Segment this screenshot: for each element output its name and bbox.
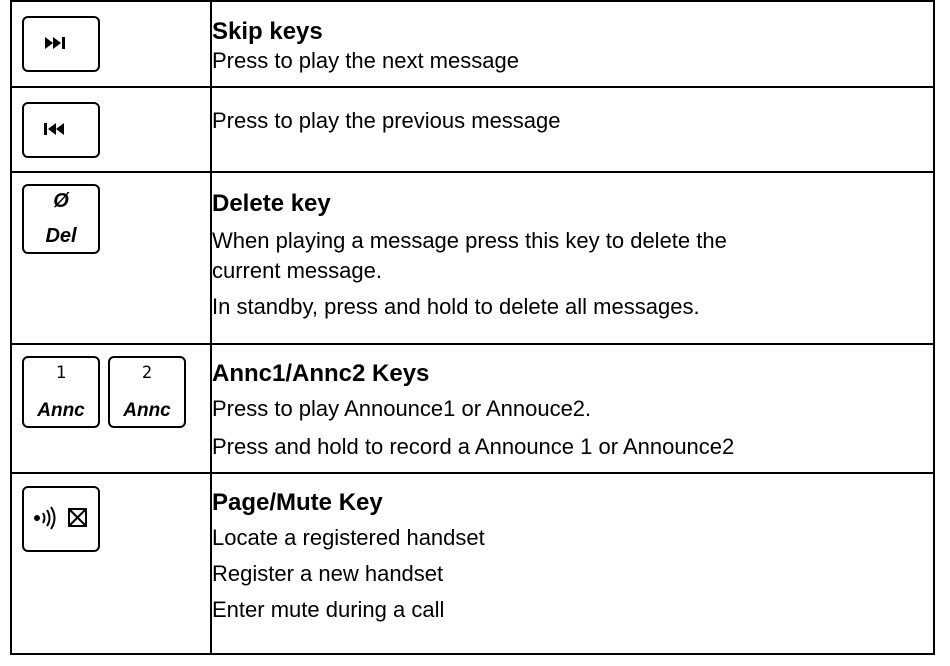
row-title: Annc1/Annc2 Keys [212,360,430,387]
text-cell: Delete key When playing a message press … [210,171,935,345]
skip-back-icon [44,123,64,135]
page-mute-key [22,486,100,552]
annc-keys: 1 Annc 2 Annc [22,356,210,428]
table-row: Ø Del Delete key When playing a message … [10,171,935,345]
icon-cell: 1 Annc 2 Annc [10,343,212,474]
text-cell: Press to play the previous message [210,86,935,173]
row-line: In standby, press and hold to delete all… [212,294,700,319]
row-line: Locate a registered handset [212,525,485,550]
table-row: Press to play the previous message [10,86,935,173]
annc-2-label: Annc [123,400,171,421]
row-line: Enter mute during a call [212,597,445,622]
annc-2-key: 2 Annc [108,356,186,428]
table-row: 1 Annc 2 Annc Annc1/Annc2 Keys Press to … [10,343,935,474]
delete-key: Ø Del [22,184,100,254]
row-line: current message. [212,258,382,283]
row-title: Skip keys [212,18,323,45]
page-mute-icon [34,506,87,530]
row-line: Press to play the next message [212,48,519,73]
table-row: Page/Mute Key Locate a registered handse… [10,472,935,655]
icon-cell: Ø Del [10,171,212,345]
text-cell: Skip keys Press to play the next message [210,0,935,88]
skip-back-key [22,102,100,158]
annc-1-number: 1 [55,363,67,383]
row-line: Press to play the previous message [212,108,561,133]
row-title: Delete key [212,190,331,217]
skip-forward-icon [45,37,65,49]
delete-icon: Ø [53,190,69,212]
row-line: Press to play Announce1 or Annouce2. [212,396,592,421]
table-row: Skip keys Press to play the next message [10,0,935,88]
annc-2-number: 2 [141,363,153,383]
icon-cell [10,472,212,655]
icon-cell [10,86,212,173]
row-line: When playing a message press this key to… [212,228,727,253]
key-reference-table: Skip keys Press to play the next message… [10,0,935,655]
text-cell: Page/Mute Key Locate a registered handse… [210,472,935,655]
row-line: Press and hold to record a Announce 1 or… [212,434,735,459]
icon-cell [10,0,212,88]
annc-1-key: 1 Annc [22,356,100,428]
text-cell: Annc1/Annc2 Keys Press to play Announce1… [210,343,935,474]
annc-1-label: Annc [37,400,85,421]
delete-key-label: Del [45,225,77,247]
row-title: Page/Mute Key [212,489,383,516]
skip-forward-key [22,16,100,72]
row-line: Register a new handset [212,561,444,586]
